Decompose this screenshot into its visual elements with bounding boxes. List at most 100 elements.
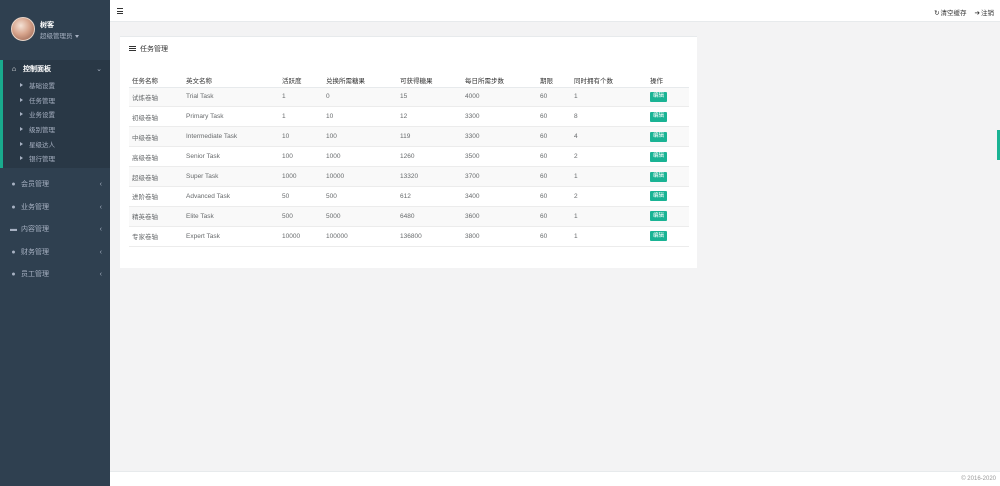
column-header: 任务名称 bbox=[129, 73, 183, 88]
edit-button[interactable]: 编辑 bbox=[650, 131, 668, 142]
table-cell: Advanced Task bbox=[183, 186, 279, 207]
table-cell: 1000 bbox=[323, 146, 397, 168]
table-row: 初级卷轴 Primary Task 1 10 12 3300 60 8 编辑 bbox=[129, 106, 689, 128]
sidebar-item-basic-settings[interactable]: 基础设置 bbox=[3, 78, 110, 93]
nav-finance[interactable]: ● 财务管理 ‹ bbox=[0, 243, 110, 261]
table-cell: 3500 bbox=[462, 146, 537, 168]
chevron-left-icon: ‹ bbox=[99, 270, 102, 278]
table-cell-actions: 编辑 bbox=[647, 206, 689, 227]
table-cell-actions: 编辑 bbox=[647, 126, 689, 148]
table-cell: 5000 bbox=[323, 206, 397, 227]
column-header: 可获得糖果 bbox=[397, 73, 462, 88]
table-cell: 119 bbox=[397, 126, 462, 148]
copyright-text: © 2016-2020 bbox=[961, 476, 996, 482]
nav-staff[interactable]: ● 员工管理 ‹ bbox=[0, 265, 110, 283]
user-role-dropdown[interactable]: 超级管理员 bbox=[40, 30, 79, 40]
table-cell: 50 bbox=[279, 186, 323, 207]
table-cell: 60 bbox=[537, 166, 571, 187]
table-cell: 10 bbox=[279, 126, 323, 148]
chevron-left-icon: ‹ bbox=[99, 248, 102, 256]
nav-dashboard[interactable]: ⌂ 控制面板 ⌄ bbox=[3, 60, 110, 78]
table-cell: 高级卷轴 bbox=[129, 146, 183, 168]
sidebar-item-task-management[interactable]: 任务管理 bbox=[3, 93, 110, 108]
sidebar-item-star-experts[interactable]: 星级达人 bbox=[3, 136, 110, 151]
table-cell: 60 bbox=[537, 186, 571, 207]
table-cell: 3300 bbox=[462, 106, 537, 128]
home-icon: ⌂ bbox=[11, 65, 17, 73]
table-cell: 60 bbox=[537, 87, 571, 108]
chevron-left-icon: ‹ bbox=[99, 203, 102, 211]
nav-content[interactable]: ▬ 内容管理 ‹ bbox=[0, 220, 110, 238]
table-cell: 精英卷轴 bbox=[129, 206, 183, 227]
table-cell: 60 bbox=[537, 126, 571, 148]
sidebar-item-label: 星级达人 bbox=[29, 141, 55, 149]
table-cell: 612 bbox=[397, 186, 462, 207]
table-cell: 100 bbox=[323, 126, 397, 148]
sidebar-item-label: 任务管理 bbox=[29, 97, 55, 105]
table-cell-actions: 编辑 bbox=[647, 186, 689, 207]
logout-button[interactable]: ➔注销 bbox=[975, 7, 994, 17]
column-header: 兑换所需糖果 bbox=[323, 73, 397, 88]
sidebar-item-label: 业务设置 bbox=[29, 112, 55, 120]
table-row: 专家卷轴 Expert Task 10000 100000 136800 3800 60 1 编… bbox=[129, 226, 689, 247]
table-cell: 4000 bbox=[462, 87, 537, 108]
table-cell: 15 bbox=[397, 87, 462, 108]
menu-toggle-icon[interactable] bbox=[117, 8, 123, 16]
edit-button[interactable]: 编辑 bbox=[650, 191, 668, 202]
table-cell: 100000 bbox=[323, 226, 397, 247]
table-cell: Intermediate Task bbox=[183, 126, 279, 148]
table-cell: 1 bbox=[279, 87, 323, 108]
table-row: 试炼卷轴 Trial Task 1 0 15 4000 60 1 编辑 bbox=[129, 87, 689, 108]
nav-group-dashboard: ⌂ 控制面板 ⌄ 基础设置 任务管理 业务设置 级别管理 星级达人 银行管理 bbox=[0, 60, 110, 168]
nav-dashboard-label: 控制面板 bbox=[23, 66, 51, 73]
edit-button[interactable]: 编辑 bbox=[650, 171, 668, 182]
list-icon bbox=[129, 45, 136, 53]
nav-members[interactable]: ● 会员管理 ‹ bbox=[0, 175, 110, 193]
table-cell-actions: 编辑 bbox=[647, 166, 689, 187]
table-cell: 8 bbox=[571, 106, 647, 128]
sidebar-item-bank-management[interactable]: 银行管理 bbox=[3, 151, 110, 166]
table-cell-actions: 编辑 bbox=[647, 146, 689, 168]
edit-button[interactable]: 编辑 bbox=[650, 91, 668, 102]
sidebar-item-business-settings[interactable]: 业务设置 bbox=[3, 107, 110, 122]
table-cell: 6480 bbox=[397, 206, 462, 227]
table-row: 高级卷轴 Senior Task 100 1000 1260 3500 60 2 编辑 bbox=[129, 146, 689, 168]
table-cell: 13320 bbox=[397, 166, 462, 187]
footer: © 2016-2020 bbox=[110, 471, 1000, 486]
table-cell: 1 bbox=[571, 226, 647, 247]
clear-cache-button[interactable]: ↻清空缓存 bbox=[934, 7, 966, 17]
users-icon: ● bbox=[11, 203, 16, 211]
staff-icon: ● bbox=[11, 270, 16, 278]
table-cell: 2 bbox=[571, 186, 647, 207]
column-header: 活跃度 bbox=[279, 73, 323, 88]
table-cell: 500 bbox=[323, 186, 397, 207]
sidebar-item-level-management[interactable]: 级别管理 bbox=[3, 122, 110, 137]
nav-content-label: 内容管理 bbox=[21, 226, 49, 233]
nav-business-label: 业务管理 bbox=[21, 204, 49, 211]
nav-staff-label: 员工管理 bbox=[21, 271, 49, 278]
table-cell: 3400 bbox=[462, 186, 537, 207]
table-cell: 10000 bbox=[279, 226, 323, 247]
edit-button[interactable]: 编辑 bbox=[650, 231, 668, 242]
top-links: ↻清空缓存 ➔注销 bbox=[934, 7, 994, 17]
nav-business[interactable]: ● 业务管理 ‹ bbox=[0, 198, 110, 216]
table-cell: Senior Task bbox=[183, 146, 279, 168]
table-cell: 12 bbox=[397, 106, 462, 128]
clear-cache-label: 清空缓存 bbox=[940, 10, 967, 17]
edit-button[interactable]: 编辑 bbox=[650, 211, 668, 222]
table-cell-actions: 编辑 bbox=[647, 226, 689, 247]
table-cell: 4 bbox=[571, 126, 647, 148]
edit-button[interactable]: 编辑 bbox=[650, 151, 668, 162]
table-cell: 中级卷轴 bbox=[129, 126, 183, 148]
folder-icon: ▬ bbox=[10, 225, 17, 233]
table-cell: 初级卷轴 bbox=[129, 106, 183, 128]
caret-right-icon bbox=[20, 156, 23, 161]
table-cell: 60 bbox=[537, 146, 571, 168]
table-cell: 试炼卷轴 bbox=[129, 87, 183, 108]
edit-button[interactable]: 编辑 bbox=[650, 111, 668, 122]
avatar[interactable] bbox=[11, 17, 35, 41]
caret-right-icon bbox=[20, 112, 23, 117]
table-cell: 3300 bbox=[462, 126, 537, 148]
table-cell: 超级卷轴 bbox=[129, 166, 183, 187]
table-cell: 1 bbox=[571, 87, 647, 108]
